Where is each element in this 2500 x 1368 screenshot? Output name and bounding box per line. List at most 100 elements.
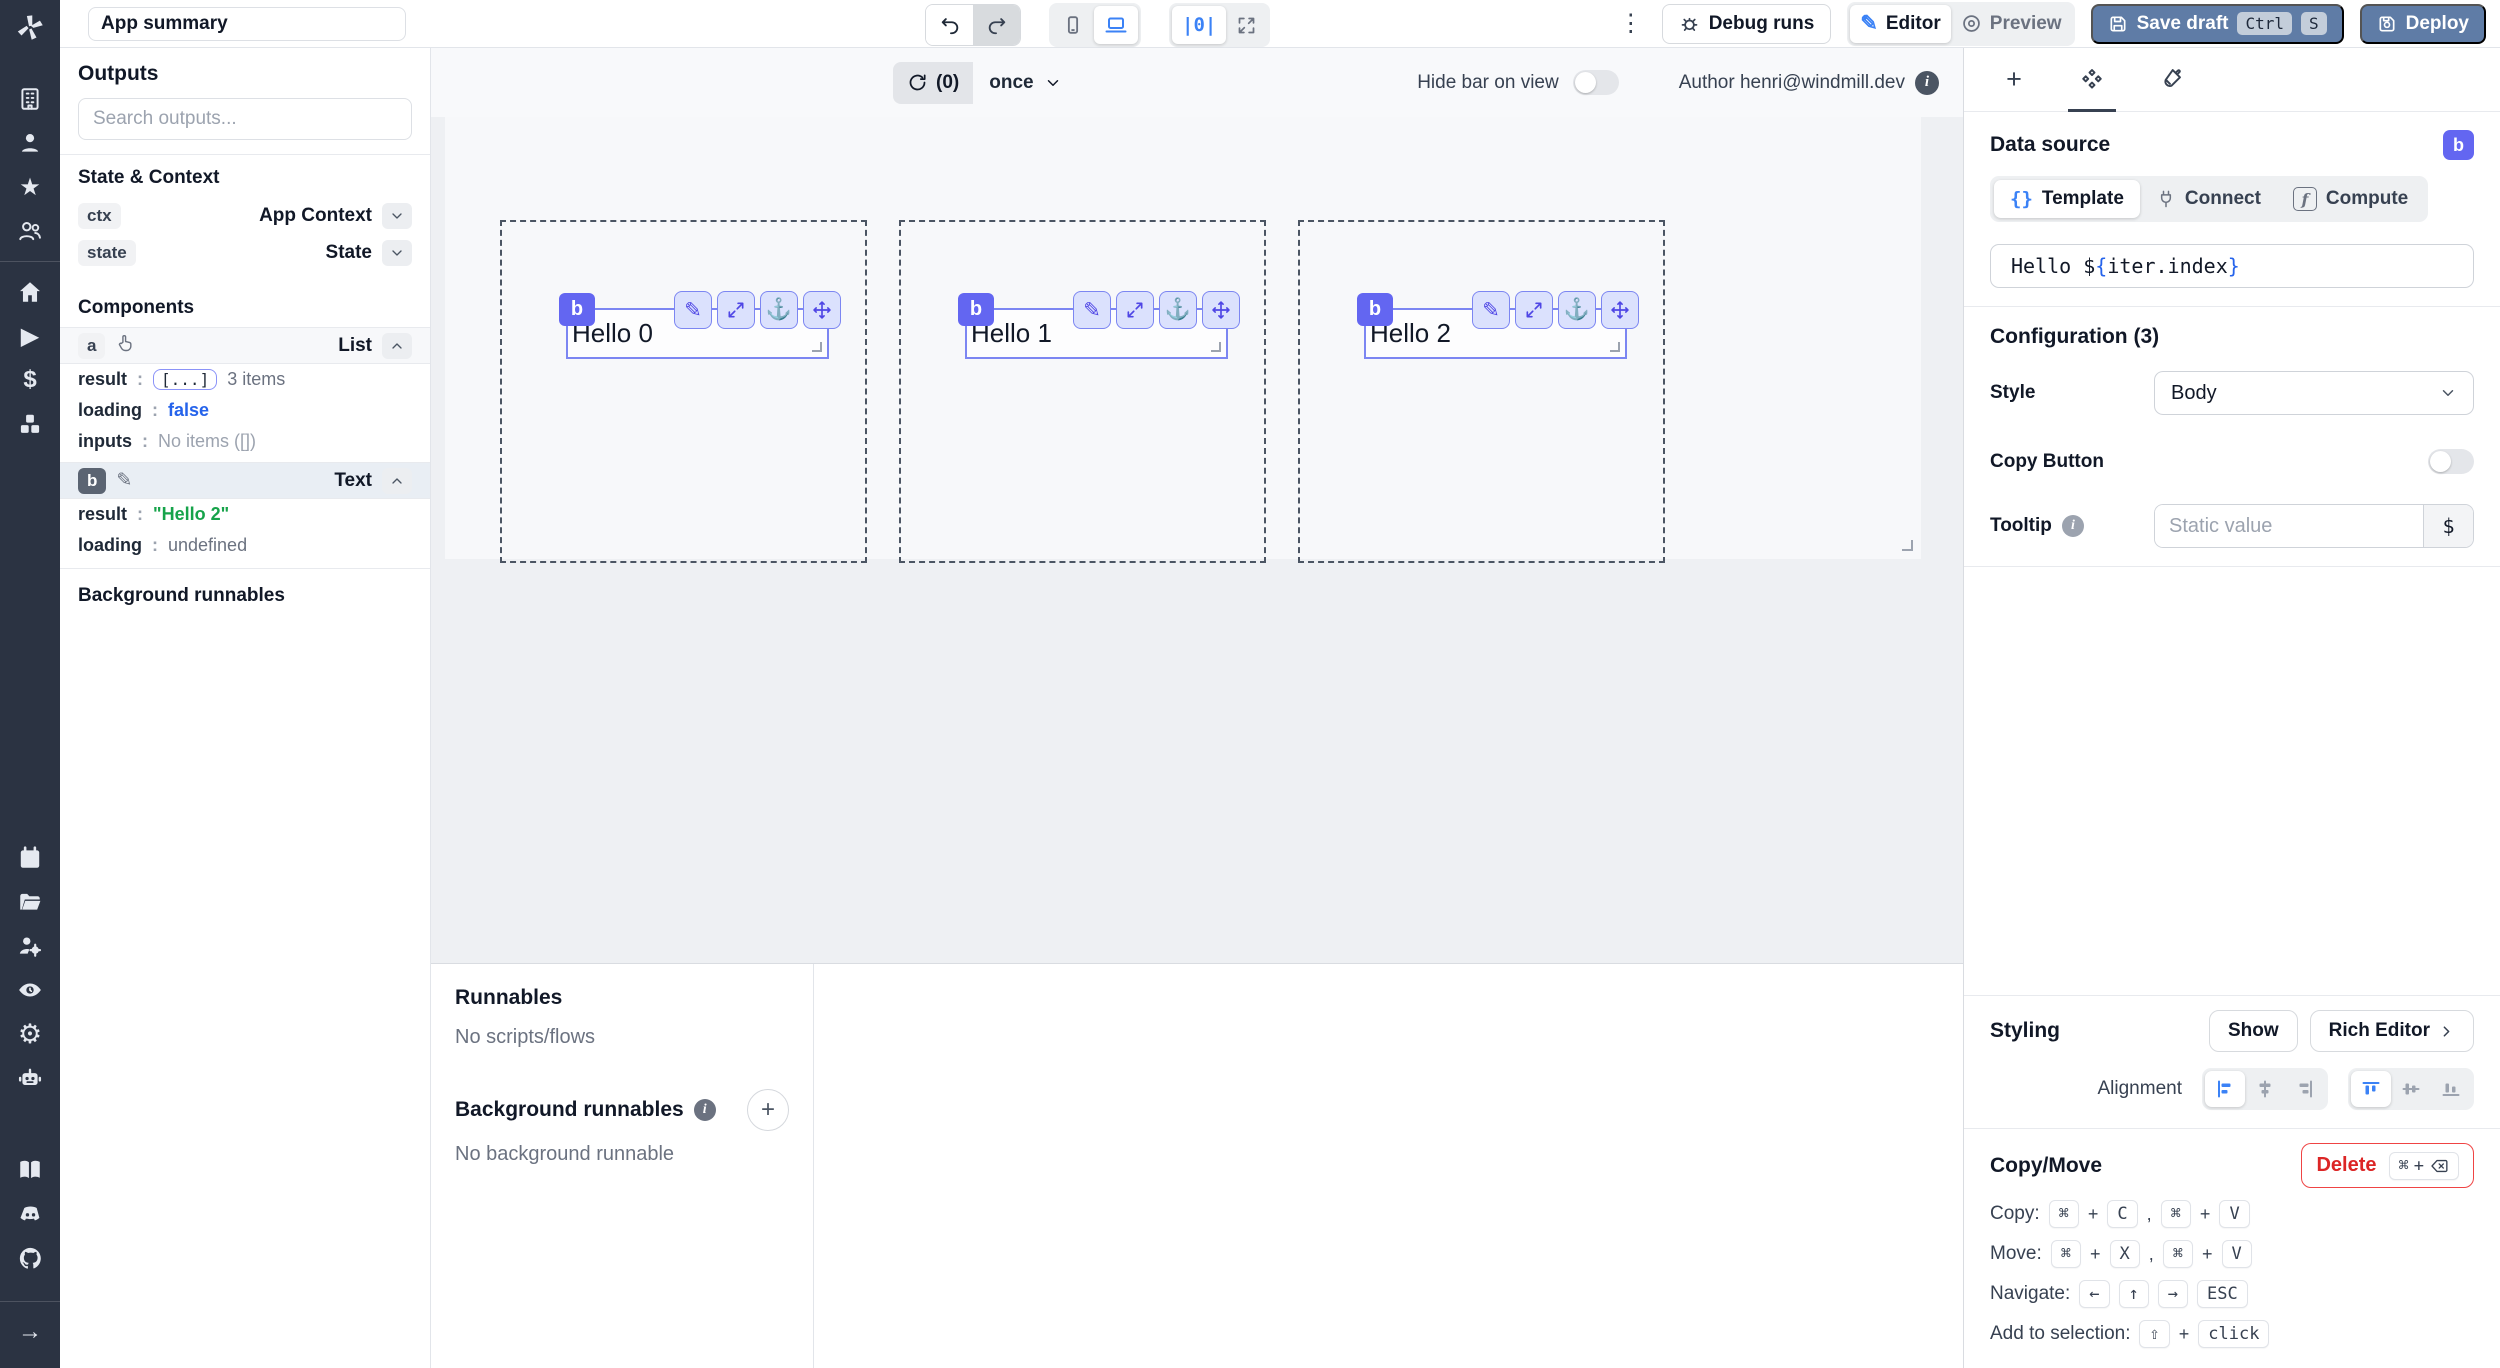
move-handle[interactable] — [1601, 291, 1639, 329]
connect-tab[interactable]: Connect — [2140, 180, 2277, 218]
debug-runs-button[interactable]: Debug runs — [1661, 3, 1832, 44]
app-summary-input[interactable] — [88, 6, 406, 41]
gear-icon[interactable]: ⚙ — [0, 1012, 60, 1056]
user-settings-icon[interactable] — [0, 924, 60, 968]
edit-id-icon[interactable]: ✎ — [116, 469, 132, 492]
component-a-header[interactable]: a List — [60, 327, 430, 364]
expand-handle[interactable] — [1515, 291, 1553, 329]
list-item-container[interactable]: b Hello 1 ✎ ⚓ — [899, 220, 1266, 563]
discord-icon[interactable] — [0, 1192, 60, 1236]
anchor-handle[interactable]: ⚓ — [760, 291, 798, 329]
text-component[interactable]: b Hello 0 ✎ ⚓ — [559, 291, 841, 359]
book-icon[interactable] — [0, 1148, 60, 1192]
expand-handle[interactable] — [1116, 291, 1154, 329]
app-page[interactable]: b Hello 0 ✎ ⚓ b Hello 1 ✎ ⚓ b Hello 2 ✎ … — [445, 117, 1921, 563]
component-a-result-row[interactable]: result: [...] 3 items — [60, 364, 430, 395]
delete-component-button[interactable]: Delete ⌘ + — [2301, 1143, 2474, 1188]
insert-component-tab[interactable]: + — [1988, 48, 2040, 111]
state-row[interactable]: state State — [60, 234, 430, 271]
chevron-down-icon[interactable] — [382, 239, 412, 266]
dollar-icon[interactable]: $ — [0, 358, 60, 402]
chevron-up-icon[interactable] — [382, 332, 412, 359]
refresh-mode-select[interactable]: once — [973, 72, 1077, 94]
edit-handle[interactable]: ✎ — [1472, 291, 1510, 329]
add-background-runnable-button[interactable]: + — [747, 1089, 789, 1131]
style-select[interactable]: Body — [2154, 371, 2474, 415]
component-resize-handle[interactable] — [1610, 342, 1620, 352]
users-icon[interactable] — [0, 209, 60, 253]
copy-button-toggle[interactable] — [2428, 449, 2474, 474]
edit-handle[interactable]: ✎ — [1073, 291, 1111, 329]
building-icon[interactable] — [0, 77, 60, 121]
robot-icon[interactable] — [0, 1056, 60, 1100]
audit-eye-icon[interactable] — [0, 968, 60, 1012]
undo-button[interactable] — [926, 5, 973, 45]
data-source-section: Data source b {} Template Connect f Comp… — [1964, 112, 2500, 306]
chevron-up-icon[interactable] — [382, 467, 412, 494]
calendar-icon[interactable] — [0, 836, 60, 880]
edit-handle[interactable]: ✎ — [674, 291, 712, 329]
home-icon[interactable] — [0, 270, 60, 314]
windmill-logo[interactable] — [13, 10, 47, 49]
move-handle[interactable] — [1202, 291, 1240, 329]
rich-editor-button[interactable]: Rich Editor — [2309, 1010, 2474, 1052]
fullwidth-canvas-button[interactable] — [1226, 6, 1267, 44]
component-resize-handle[interactable] — [1211, 342, 1221, 352]
info-icon[interactable]: i — [1915, 70, 1939, 95]
text-component[interactable]: b Hello 2 ✎ ⚓ — [1357, 291, 1639, 359]
component-b-loading-row[interactable]: loading: undefined — [60, 530, 430, 568]
tooltip-input[interactable] — [2155, 505, 2423, 547]
component-b-result-row[interactable]: result: "Hello 2" — [60, 499, 430, 530]
redo-button[interactable] — [973, 5, 1020, 45]
align-right-button[interactable] — [2285, 1071, 2325, 1107]
align-middle-button[interactable] — [2391, 1071, 2431, 1107]
align-bottom-button[interactable] — [2431, 1071, 2471, 1107]
align-left-button[interactable] — [2205, 1071, 2245, 1107]
play-icon[interactable]: ▶ — [0, 314, 60, 358]
move-handle[interactable] — [803, 291, 841, 329]
template-expression-input[interactable]: Hello ${iter.index} — [1990, 244, 2474, 288]
ctx-row[interactable]: ctx App Context — [60, 197, 430, 234]
editor-tab[interactable]: ✎ Editor — [1850, 4, 1951, 43]
style-config-row: Style Body — [1990, 371, 2474, 415]
align-top-button[interactable] — [2351, 1071, 2391, 1107]
compute-tab[interactable]: f Compute — [2277, 180, 2424, 218]
text-component[interactable]: b Hello 1 ✎ ⚓ — [958, 291, 1240, 359]
component-resize-handle[interactable] — [812, 342, 822, 352]
person-icon[interactable] — [0, 121, 60, 165]
component-b-header[interactable]: b ✎ Text — [60, 462, 430, 499]
deploy-button[interactable]: Deploy — [2359, 3, 2486, 44]
preview-tab[interactable]: Preview — [1951, 5, 2072, 43]
center-canvas-button[interactable]: |0| — [1172, 6, 1227, 44]
expand-handle[interactable] — [717, 291, 755, 329]
list-item-container[interactable]: b Hello 2 ✎ ⚓ — [1298, 220, 1665, 563]
list-item-container[interactable]: b Hello 0 ✎ ⚓ — [500, 220, 867, 563]
folder-icon[interactable] — [0, 880, 60, 924]
styling-tab[interactable] — [2144, 48, 2196, 111]
array-chip[interactable]: [...] — [153, 369, 218, 390]
star-icon[interactable]: ★ — [0, 165, 60, 209]
component-settings-tab[interactable] — [2066, 48, 2118, 112]
desktop-view-button[interactable] — [1094, 6, 1138, 44]
search-outputs-input[interactable] — [78, 98, 412, 140]
dynamic-value-button[interactable]: $ — [2423, 505, 2473, 547]
show-styling-button[interactable]: Show — [2208, 1010, 2298, 1052]
info-icon[interactable]: i — [693, 1099, 716, 1121]
align-center-button[interactable] — [2245, 1071, 2285, 1107]
anchor-handle[interactable]: ⚓ — [1159, 291, 1197, 329]
cubes-icon[interactable] — [0, 402, 60, 446]
github-icon[interactable] — [0, 1236, 60, 1280]
component-a-inputs-row[interactable]: inputs: No items ([]) — [60, 426, 430, 462]
refresh-button[interactable]: (0) — [893, 61, 974, 104]
expand-rail-icon[interactable]: → — [0, 1310, 60, 1354]
hide-bar-toggle[interactable] — [1572, 70, 1619, 95]
save-draft-button[interactable]: Save draft Ctrl S — [2090, 3, 2344, 44]
chevron-down-icon[interactable] — [382, 202, 412, 229]
page-resize-handle[interactable] — [1902, 540, 1913, 551]
more-menu-icon[interactable]: ⋮ — [1616, 9, 1646, 38]
info-icon[interactable]: i — [2061, 515, 2084, 537]
template-tab[interactable]: {} Template — [1994, 180, 2140, 218]
component-a-loading-row[interactable]: loading: false — [60, 395, 430, 426]
anchor-handle[interactable]: ⚓ — [1558, 291, 1596, 329]
mobile-view-button[interactable] — [1052, 6, 1094, 44]
